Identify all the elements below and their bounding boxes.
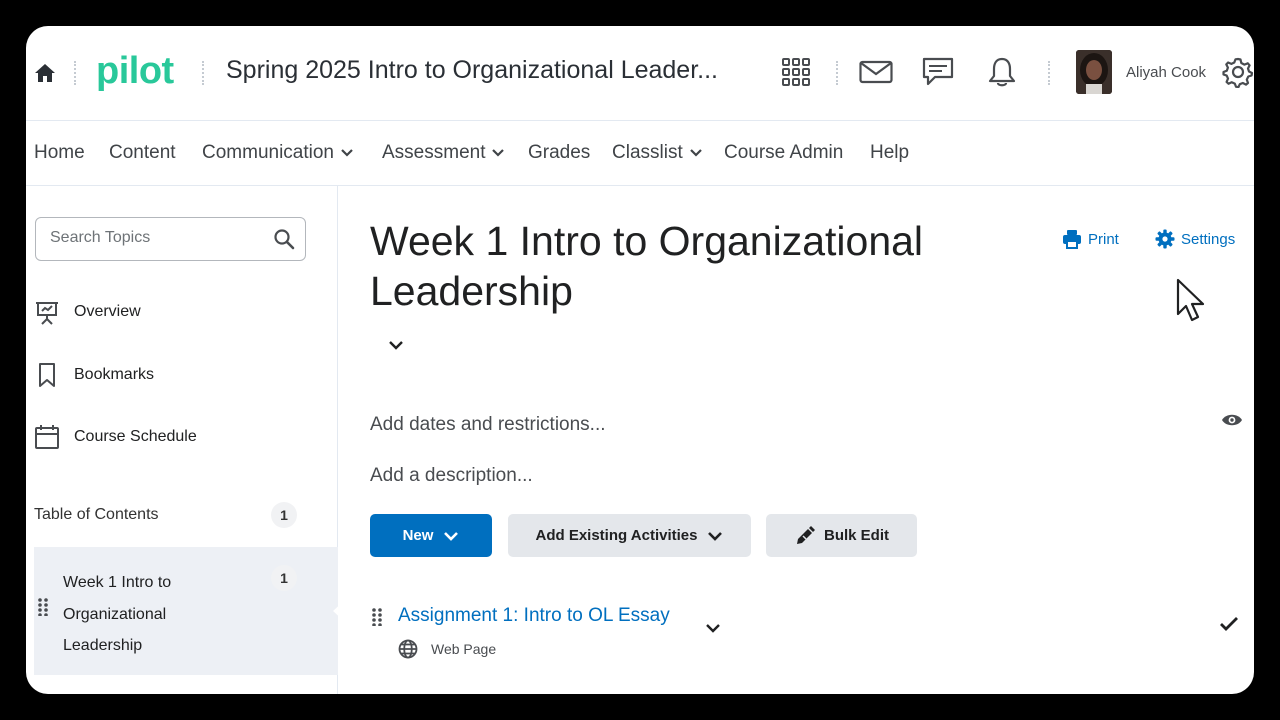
nav-item-classlist[interactable]: Classlist [612,142,703,164]
toc-count-badge: 1 [271,502,297,528]
bookmark-icon [34,362,60,388]
toc-module-item[interactable]: Week 1 Intro to Organizational Leadershi… [34,547,346,675]
sidebar-item-bookmarks[interactable]: Bookmarks [34,362,154,388]
course-navbar: Home Content Communication Assessment Gr… [26,122,1254,186]
search-input[interactable] [50,229,270,247]
avatar[interactable] [1076,50,1112,94]
add-existing-activities-button[interactable]: Add Existing Activities [508,514,751,557]
page-title: Week 1 Intro to Organizational Leadershi… [370,218,924,314]
chevron-down-icon [492,149,505,157]
header-divider [836,61,838,85]
logo[interactable]: pilot [96,50,174,93]
chevron-down-icon [708,531,723,541]
globe-icon [398,639,418,664]
settings-button[interactable]: Settings [1155,229,1235,249]
course-title[interactable]: Spring 2025 Intro to Organizational Lead… [226,56,718,85]
header-divider [202,61,204,85]
nav-item-content[interactable]: Content [109,142,176,164]
drag-handle-icon[interactable] [372,608,382,631]
nav-item-label: Assessment [382,142,486,163]
main-content: Week 1 Intro to Organizational Leadershi… [339,186,1254,694]
content-sidebar: Overview Bookmarks Course Schedule Table… [26,186,346,694]
nav-item-grades[interactable]: Grades [528,142,590,164]
add-dates-link[interactable]: Add dates and restrictions... [370,414,606,436]
chevron-down-icon[interactable] [387,338,405,356]
nav-item-label: Help [870,142,910,163]
gear-icon[interactable] [1220,54,1254,90]
add-description-link[interactable]: Add a description... [370,465,533,487]
nav-item-home[interactable]: Home [34,142,85,164]
activity-title-link[interactable]: Assignment 1: Intro to OL Essay [398,605,670,627]
nav-item-label: Course Admin [724,142,844,163]
presentation-icon [34,299,60,325]
sidebar-item-label: Bookmarks [74,366,155,383]
pencil-icon [796,525,815,544]
chevron-down-icon [341,149,353,157]
module-count-badge: 1 [271,565,297,591]
checkmark-icon[interactable] [1219,616,1239,637]
settings-label: Settings [1181,230,1236,248]
chevron-down-icon [444,531,459,541]
print-label: Print [1088,230,1119,248]
mail-icon[interactable] [858,54,894,90]
nav-item-label: Communication [202,142,334,163]
header-divider [1048,61,1050,85]
search-icon[interactable] [273,228,295,255]
nav-item-label: Classlist [612,142,683,163]
activity-type-label: Web Page [431,641,497,657]
toc-label[interactable]: Table of Contents [34,506,159,524]
user-name[interactable]: Aliyah Cook [1126,64,1206,81]
waffle-grid-icon[interactable] [778,54,814,90]
chat-icon[interactable] [920,54,956,90]
print-button[interactable]: Print [1062,229,1119,249]
toc-module-label: Week 1 Intro to Organizational Leadershi… [63,574,172,654]
nav-item-label: Grades [528,142,591,163]
sidebar-item-label: Overview [74,303,141,320]
search-box [35,217,306,261]
eye-icon[interactable] [1221,412,1243,433]
calendar-icon [34,424,60,450]
new-button-label: New [402,527,434,544]
new-button[interactable]: New [370,514,492,557]
app-window: pilot Spring 2025 Intro to Organizationa… [26,26,1254,694]
nav-item-course-admin[interactable]: Course Admin [724,142,843,164]
header-divider [74,61,76,85]
sidebar-item-course-schedule[interactable]: Course Schedule [34,424,197,450]
nav-item-assessment[interactable]: Assessment [382,142,505,164]
nav-item-help[interactable]: Help [870,142,909,164]
sidebar-item-label: Course Schedule [74,428,197,445]
gear-icon [1155,229,1175,249]
add-existing-label: Add Existing Activities [535,527,698,544]
chevron-down-icon[interactable] [705,620,721,638]
chevron-down-icon [689,149,702,157]
nav-item-label: Home [34,142,85,163]
nav-item-label: Content [109,142,176,163]
bulk-edit-button[interactable]: Bulk Edit [766,514,917,557]
nav-item-communication[interactable]: Communication [202,142,354,164]
home-icon[interactable] [34,62,56,84]
bell-icon[interactable] [984,54,1020,90]
drag-handle-icon[interactable] [38,598,48,621]
bulk-edit-label: Bulk Edit [823,527,889,544]
top-header: pilot Spring 2025 Intro to Organizationa… [26,26,1254,121]
printer-icon [1063,230,1081,249]
sidebar-item-overview[interactable]: Overview [34,299,141,325]
mouse-cursor-icon [1176,278,1206,329]
